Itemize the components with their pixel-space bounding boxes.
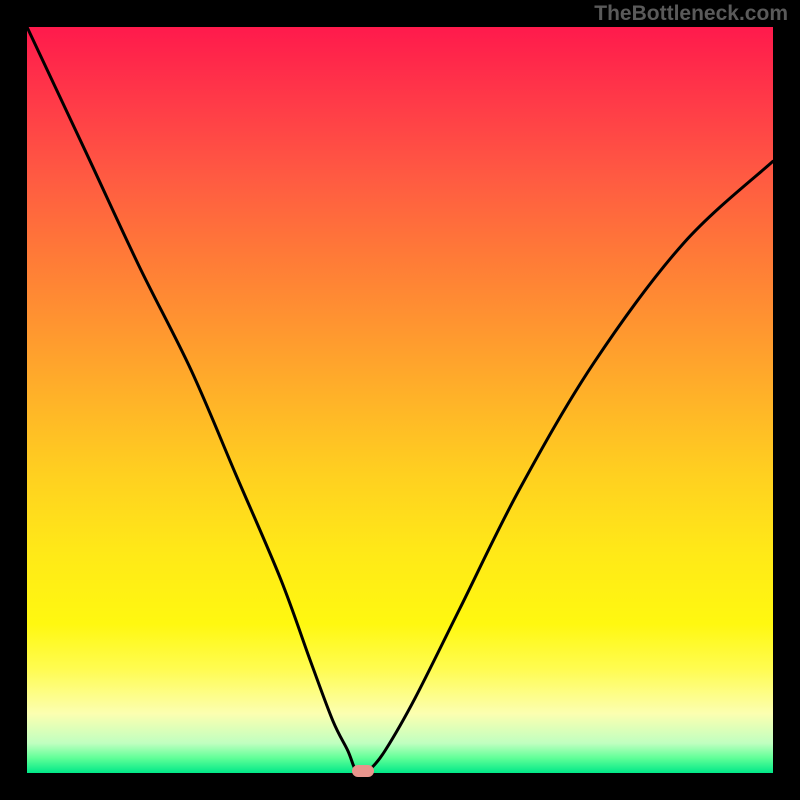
chart-container: TheBottleneck.com	[0, 0, 800, 800]
bottleneck-curve	[27, 27, 773, 773]
curve-svg	[27, 27, 773, 773]
plot-area	[27, 27, 773, 773]
optimum-marker	[352, 765, 374, 777]
watermark-text: TheBottleneck.com	[594, 2, 788, 26]
